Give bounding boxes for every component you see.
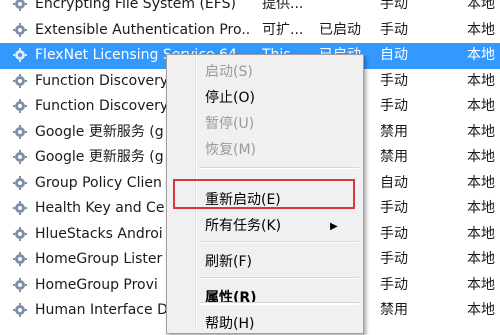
service-logon: 本地	[467, 200, 495, 216]
service-logon: 本地	[467, 174, 495, 191]
service-gear-icon	[12, 273, 32, 299]
service-startup-type: 手动	[380, 200, 408, 216]
service-logon: 本地	[467, 123, 495, 140]
service-gear-icon	[12, 145, 32, 171]
service-name: Encrypting File System (EFS)	[35, 0, 236, 12]
service-logon: 本地	[467, 251, 495, 267]
menu-item-refresh[interactable]: 刷新(F)	[205, 251, 252, 273]
service-startup-type: 手动	[380, 225, 408, 242]
service-gear-icon	[12, 69, 32, 95]
service-gear-icon	[12, 196, 32, 222]
service-startup-type: 手动	[380, 72, 408, 89]
menu-item-pause[interactable]: 暂停(U)	[205, 113, 254, 135]
service-row[interactable]: Encrypting File System (EFS) 提供... 手动 本地	[0, 0, 500, 18]
service-status: 已启动	[319, 21, 361, 38]
menu-item-help[interactable]: 帮助(H)	[205, 313, 254, 335]
menu-item-stop[interactable]: 停止(O)	[205, 87, 255, 109]
service-gear-icon	[12, 247, 32, 273]
service-startup-type: 禁用	[380, 149, 408, 165]
service-startup-type: 手动	[380, 0, 408, 12]
menu-separator	[199, 241, 359, 243]
service-startup-type: 手动	[380, 276, 408, 293]
service-name: Extensible Authentication Pro...	[35, 21, 250, 38]
service-logon: 本地	[467, 47, 495, 63]
menu-item-resume[interactable]: 恢复(M)	[205, 139, 256, 161]
submenu-arrow-icon: ▶	[330, 221, 338, 232]
service-gear-icon	[12, 18, 32, 44]
service-startup-type: 禁用	[380, 123, 408, 140]
service-logon: 本地	[467, 21, 495, 38]
service-gear-icon	[12, 120, 32, 146]
service-description: 提供...	[262, 0, 304, 12]
service-logon: 本地	[467, 302, 495, 318]
service-startup-type: 禁用	[380, 302, 408, 318]
service-startup-type: 自动	[380, 174, 408, 191]
menu-separator	[199, 302, 359, 304]
service-logon: 本地	[467, 225, 495, 242]
menu-separator	[199, 167, 359, 169]
service-status	[319, 0, 374, 18]
service-gear-icon	[12, 222, 32, 248]
service-gear-icon	[12, 0, 32, 18]
menu-separator	[199, 277, 359, 279]
highlight-annotation-box	[173, 179, 355, 209]
service-logon: 本地	[467, 149, 495, 165]
service-logon: 本地	[467, 276, 495, 293]
service-gear-icon	[12, 94, 32, 120]
service-logon: 本地	[467, 72, 495, 89]
service-startup-type: 手动	[380, 251, 408, 267]
service-logon: 本地	[467, 98, 495, 114]
service-startup-type: 手动	[380, 98, 408, 114]
service-logon: 本地	[467, 0, 495, 12]
service-startup-type: 手动	[380, 21, 408, 38]
menu-item-properties[interactable]: 属性(R)	[205, 287, 257, 309]
service-gear-icon	[12, 171, 32, 197]
menu-item-all-tasks[interactable]: 所有任务(K)	[205, 215, 281, 237]
service-description: 可扩...	[262, 21, 304, 38]
service-gear-icon	[12, 43, 32, 69]
service-gear-icon	[12, 298, 32, 324]
service-row[interactable]: Extensible Authentication Pro... 可扩... 已…	[0, 18, 500, 44]
service-startup-type: 自动	[380, 47, 408, 63]
menu-item-start[interactable]: 启动(S)	[205, 61, 253, 83]
